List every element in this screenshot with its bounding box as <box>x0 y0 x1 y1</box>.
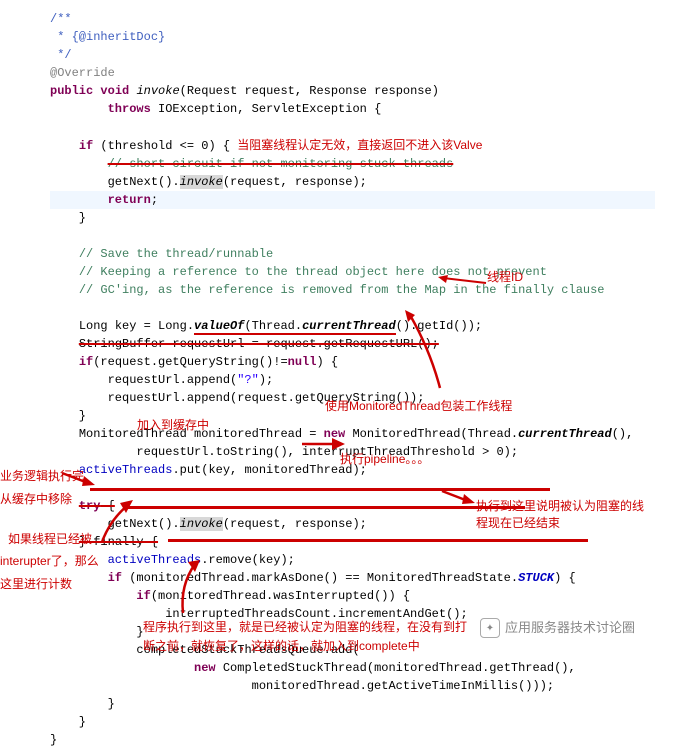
kw-if1: if <box>79 139 93 153</box>
q-str: "?" <box>237 373 259 387</box>
getnext1: getNext(). <box>108 175 180 189</box>
kw-public: public <box>50 84 93 98</box>
short-circuit-comment: // short-circuit if not monitoring stuck… <box>108 157 454 171</box>
doc-line1: /** <box>50 12 72 26</box>
override-annotation: @Override <box>50 66 115 80</box>
anno-pipeline: 执行pipeline。。。 <box>340 450 429 468</box>
arrow-complete <box>175 560 205 615</box>
anno-complete1: 程序执行到这里，就是已经被认定为阻塞的线程，在没有到打 <box>143 618 467 636</box>
return-semi: ; <box>151 193 158 207</box>
getnext2-args: (request, response); <box>223 517 367 531</box>
watermark-icon: ✦ <box>480 618 500 638</box>
sig-params: (Request request, Response response) <box>180 84 439 98</box>
doc-line3: */ <box>50 48 72 62</box>
anno-threadid: 线程ID <box>487 268 523 286</box>
kw-try: try <box>79 499 101 513</box>
sb-decl: StringBuffer requestUrl = request.getReq… <box>79 337 439 351</box>
valueof: valueOf <box>194 319 244 335</box>
mt-ctor: MonitoredThread(Thread. <box>345 427 518 441</box>
kw-if4: if <box>136 589 150 603</box>
kw-if2: if <box>79 355 93 369</box>
threshold-cond: (threshold <= 0) { <box>93 139 237 153</box>
anno-valve: 当阻塞线程认定无效，直接返回不进入该Valve <box>237 138 482 152</box>
ct2: currentThread <box>518 427 612 441</box>
anno-interrupted2: interupter了，那么 <box>0 552 99 570</box>
watermark-text: 应用服务器技术讨论圈 <box>505 618 635 638</box>
watermark: ✦ 应用服务器技术讨论圈 <box>480 618 635 638</box>
arrow-stuck <box>440 488 480 506</box>
invoke-hl2: invoke <box>180 517 223 531</box>
mt-ctor2: (), <box>612 427 634 441</box>
null1: null <box>288 355 317 369</box>
append-q: requestUrl.append( <box>108 373 238 387</box>
arrow-pipeline <box>300 435 345 453</box>
at-remove: .remove(key); <box>201 553 295 567</box>
arrow-threadid <box>438 275 488 295</box>
stuck: STUCK <box>518 571 554 585</box>
anno-stuck2: 程现在已经结束 <box>476 514 560 532</box>
kw-throws: throws <box>108 102 151 116</box>
kw-void: void <box>100 84 129 98</box>
anno-complete2: 断之前，就恢复了，这样的话，就加入到complete中 <box>143 637 420 655</box>
new2: new <box>194 661 216 675</box>
kw-return: return <box>108 193 151 207</box>
if-qs-end: ) { <box>316 355 338 369</box>
anno-cache-remove: 从缓存中移除 <box>0 490 72 508</box>
anno-monitored: 使用MonitoredThread包装工作线程 <box>325 397 512 415</box>
arrow-interrupted <box>100 500 135 545</box>
thread-curr: (Thread. <box>244 319 302 335</box>
invoke-hl1: invoke <box>180 175 223 189</box>
anno-interrupted1: 如果线程已经被 <box>8 530 92 548</box>
stuck-end: ) { <box>554 571 576 585</box>
anno-stuck1: 执行到这里说明被认为阻塞的线 <box>476 497 644 515</box>
anno-bizlogic: 业务逻辑执行完 <box>0 467 84 485</box>
cst-ctor: CompletedStuckThread(monitoredThread.get… <box>216 661 576 675</box>
arrow-monitored <box>400 310 450 390</box>
throws-ex: IOException, ServletException { <box>151 102 381 116</box>
anno-cache-add: 加入到缓存中 <box>137 416 209 434</box>
anno-interrupted3: 这里进行计数 <box>0 575 72 593</box>
gc-comment: // GC'ing, as the reference is removed f… <box>79 283 605 297</box>
getatim: monitoredThread.getActiveTimeInMillis())… <box>252 679 554 693</box>
kw-if3: if <box>108 571 122 585</box>
getnext1-args: (request, response); <box>223 175 367 189</box>
save-comment: // Save the thread/runnable <box>79 247 273 261</box>
at-put-args: .put(key, monitoredThread); <box>172 463 366 477</box>
long-decl: Long key = Long. <box>79 319 194 333</box>
current-thread: currentThread <box>302 319 396 335</box>
method-invoke: invoke <box>136 84 179 98</box>
append-q-end: ); <box>259 373 273 387</box>
if-qs: (request.getQueryString()!= <box>93 355 287 369</box>
doc-line2: * {@inheritDoc} <box>50 30 165 44</box>
